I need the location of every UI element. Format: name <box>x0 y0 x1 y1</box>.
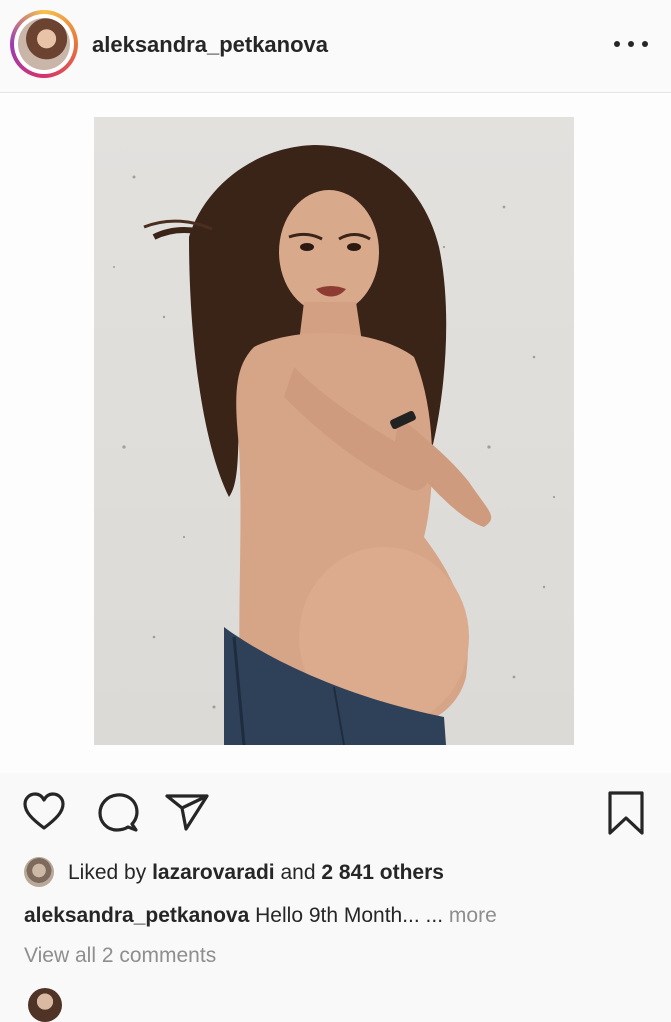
liker-avatar[interactable] <box>24 857 54 887</box>
profile-avatar[interactable] <box>10 10 78 78</box>
more-options-icon[interactable] <box>614 38 648 50</box>
action-bar <box>0 786 671 836</box>
likes-text: Liked by lazarovaradi and 2 841 others <box>68 861 444 885</box>
likes-prefix: Liked by <box>68 861 147 884</box>
post-photo[interactable] <box>94 117 574 745</box>
view-comments-link[interactable]: View all 2 comments <box>24 944 216 968</box>
likes-count[interactable]: 2 841 others <box>321 861 444 884</box>
likes-connector: and <box>280 861 316 884</box>
next-post-avatar[interactable] <box>28 988 62 1022</box>
avatar-image <box>18 18 70 70</box>
caption-username[interactable]: aleksandra_petkanova <box>24 904 249 927</box>
caption-text: Hello 9th Month... ... <box>255 904 444 927</box>
heart-icon[interactable] <box>22 792 66 832</box>
post-username[interactable]: aleksandra_petkanova <box>92 32 328 58</box>
post-caption: aleksandra_petkanova Hello 9th Month... … <box>24 904 497 928</box>
post-media-area <box>0 93 671 773</box>
photo-illustration <box>113 145 556 745</box>
bookmark-icon[interactable] <box>606 790 646 836</box>
comment-icon[interactable] <box>96 792 140 834</box>
post-header: aleksandra_petkanova <box>0 0 671 93</box>
liker-username[interactable]: lazarovaradi <box>152 861 275 884</box>
likes-summary: Liked by lazarovaradi and 2 841 others <box>24 855 664 891</box>
paper-plane-icon[interactable] <box>164 792 210 832</box>
caption-more-link[interactable]: more <box>449 904 497 927</box>
